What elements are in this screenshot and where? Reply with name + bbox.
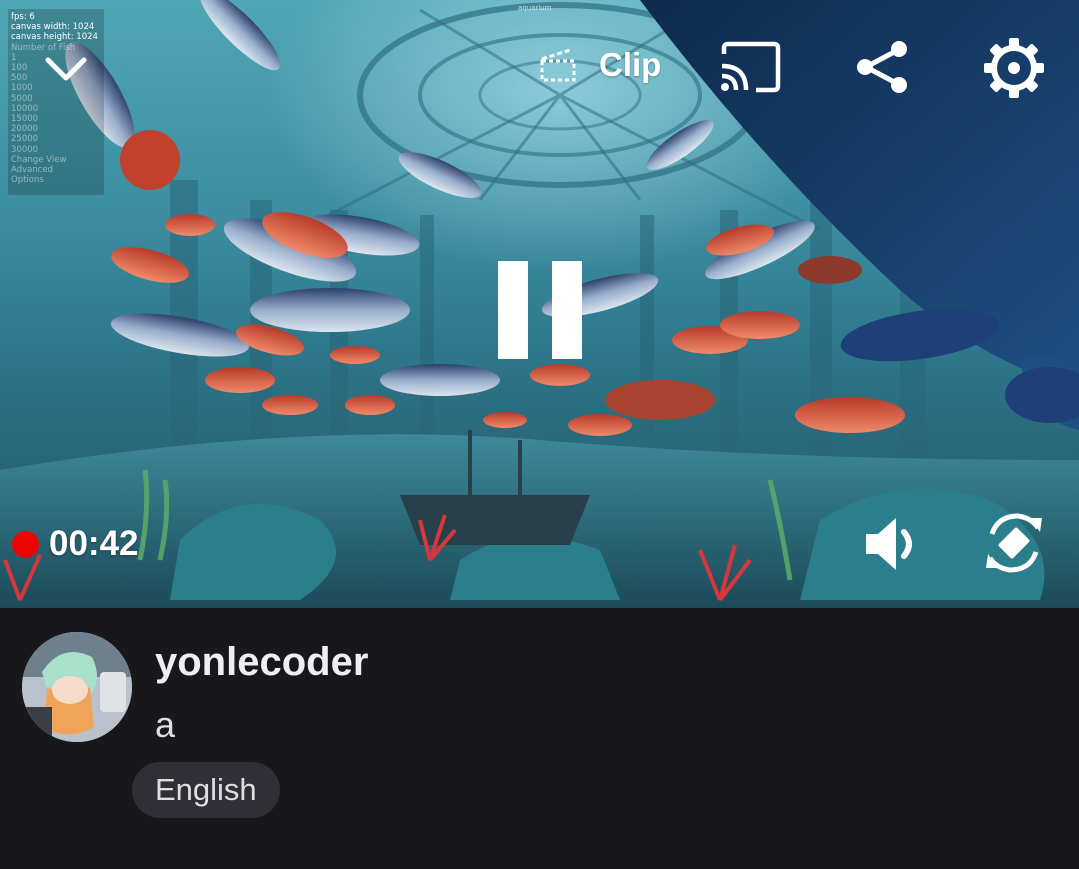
volume-icon	[866, 518, 912, 570]
clapperboard-icon	[540, 48, 576, 82]
overlay-page-title: aquarium	[518, 4, 552, 12]
rotate-screen-icon	[986, 513, 1042, 573]
stats-option: 25000	[11, 134, 39, 145]
rotate-screen-button[interactable]	[984, 510, 1044, 576]
language-tag[interactable]: English	[132, 762, 280, 818]
cast-icon	[721, 41, 781, 93]
stats-option: 10000	[11, 103, 39, 114]
clip-button[interactable]: Clip	[525, 24, 683, 106]
gear-icon	[984, 38, 1044, 98]
volume-button[interactable]	[862, 514, 924, 574]
channel-avatar[interactable]	[22, 632, 132, 742]
stats-option: Change View	[11, 154, 67, 165]
pause-button[interactable]	[494, 258, 586, 362]
stats-overlay: fps: 6 canvas width: 1024 canvas height:…	[8, 9, 104, 195]
collapse-player-button[interactable]	[36, 44, 96, 92]
stats-option: Options	[11, 175, 44, 186]
stats-option: 30000	[11, 144, 39, 155]
channel-info-panel: yonlecoder a English	[0, 608, 1079, 869]
video-player[interactable]: aquarium fps: 6 canvas width: 1024 canva…	[0, 0, 1079, 608]
settings-button[interactable]	[982, 36, 1046, 100]
share-icon	[857, 41, 907, 93]
share-button[interactable]	[852, 38, 912, 96]
pause-icon	[498, 261, 582, 359]
stats-option: Advanced	[11, 165, 53, 176]
stream-timer: 00:42	[49, 524, 139, 563]
stats-line: canvas height: 1024	[11, 32, 98, 43]
live-dot	[12, 530, 39, 558]
avatar-image	[22, 632, 132, 742]
stats-option: 15000	[11, 114, 39, 125]
stats-option: 5000	[11, 93, 33, 104]
live-indicator: 00:42	[12, 524, 139, 564]
stats-line: fps: 6	[11, 12, 35, 22]
channel-name[interactable]: yonlecoder	[155, 640, 368, 685]
stats-option: 20000	[11, 124, 39, 135]
clip-label: Clip	[599, 46, 662, 83]
cast-button[interactable]	[718, 40, 782, 94]
stats-line: canvas width: 1024	[11, 22, 95, 33]
chevron-down-icon	[45, 57, 87, 81]
stream-title: a	[155, 704, 176, 745]
